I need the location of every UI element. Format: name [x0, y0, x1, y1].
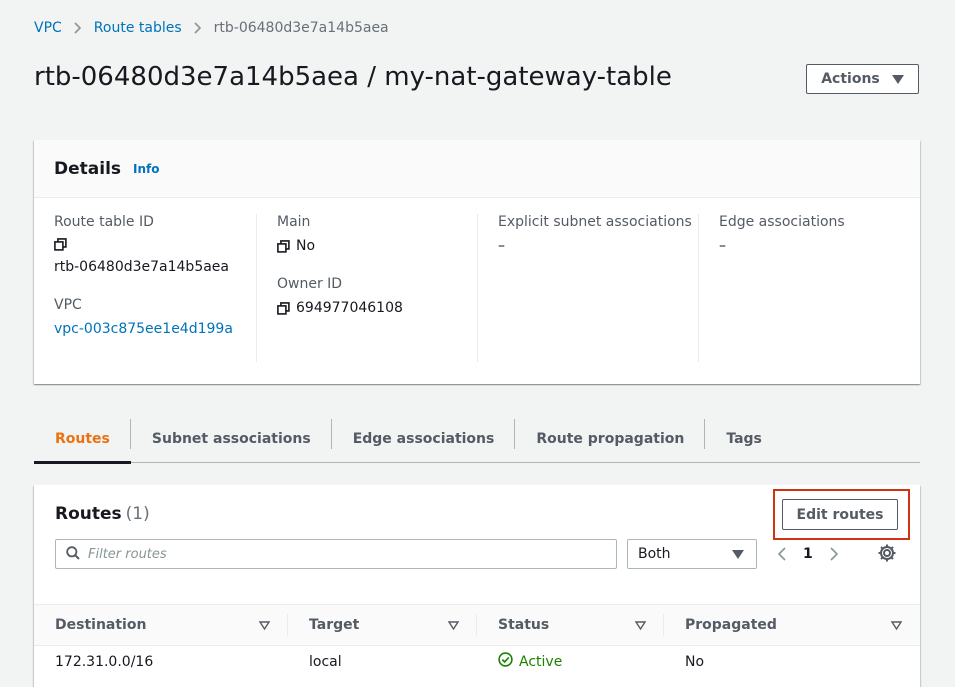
details-col-2: Main No Owner ID 694977046108 — [256, 214, 476, 362]
details-title: Details — [54, 158, 122, 179]
column-header-label: Target — [309, 617, 360, 633]
actions-button-label: Actions — [821, 71, 880, 87]
tab-subnet-associations-label: Subnet associations — [151, 431, 311, 447]
info-link[interactable]: Info — [133, 162, 159, 176]
main-label: Main — [277, 214, 311, 230]
routes-table: Destination Target Status Propagated 172… — [34, 604, 920, 677]
caret-down-icon — [732, 549, 744, 559]
column-header-status[interactable]: Status — [477, 604, 664, 646]
check-circle-icon — [498, 652, 513, 671]
route-table-id-value-wrap: rtb-06480d3e7a14b5aea — [54, 238, 254, 275]
chevron-right-icon — [74, 22, 82, 34]
main-value: No — [296, 238, 316, 254]
search-icon — [66, 545, 80, 564]
copy-icon[interactable] — [277, 239, 290, 253]
routes-count: (1) — [125, 504, 150, 524]
owner-id-value-wrap: 694977046108 — [277, 300, 476, 316]
explicit-subnet-value: – — [498, 238, 505, 254]
owner-id-label: Owner ID — [277, 276, 343, 292]
routes-title-wrap: Routes (1) — [55, 504, 150, 524]
column-header-propagated[interactable]: Propagated — [664, 604, 920, 646]
caret-down-icon — [891, 74, 904, 84]
status-text: Active — [519, 653, 563, 670]
copy-icon[interactable] — [54, 238, 67, 251]
details-header: Details Info — [34, 140, 920, 198]
tab-routes-label: Routes — [55, 431, 110, 447]
column-header-destination[interactable]: Destination — [34, 604, 288, 646]
details-col-3: Explicit subnet associations – — [477, 214, 697, 362]
filter-routes-wrap — [55, 539, 617, 569]
sort-icon[interactable] — [890, 619, 903, 631]
breadcrumb-vpc[interactable]: VPC — [34, 20, 62, 36]
column-header-label: Propagated — [685, 617, 777, 633]
tab-bar: Routes Subnet associations Edge associat… — [34, 415, 920, 464]
vpc-link[interactable]: vpc-003c875ee1e4d199a — [54, 321, 233, 337]
owner-id-value: 694977046108 — [296, 300, 403, 316]
routes-title: Routes — [55, 504, 122, 524]
details-panel: Details Info Route table ID rtb-06480d3e… — [34, 140, 920, 384]
cell-status: Active — [477, 652, 664, 671]
cell-propagated: No — [685, 653, 705, 670]
route-filter-select[interactable]: Both — [627, 539, 757, 569]
tab-routes[interactable]: Routes — [34, 415, 131, 464]
details-col-4: Edge associations – — [698, 214, 898, 362]
page-number[interactable]: 1 — [803, 546, 813, 562]
vpc-value-wrap: vpc-003c875ee1e4d199a — [54, 321, 254, 337]
details-col-1: Route table ID rtb-06480d3e7a14b5aea VPC… — [54, 214, 254, 362]
copy-icon[interactable] — [277, 301, 290, 315]
route-table-id-label: Route table ID — [54, 214, 154, 230]
chevron-left-icon[interactable] — [775, 547, 789, 561]
tab-route-propagation[interactable]: Route propagation — [515, 415, 706, 463]
breadcrumb-route-tables[interactable]: Route tables — [94, 20, 182, 36]
sort-icon[interactable] — [258, 619, 271, 631]
edit-routes-button[interactable]: Edit routes — [782, 499, 898, 530]
column-header-target[interactable]: Target — [288, 604, 477, 646]
breadcrumb-current: rtb-06480d3e7a14b5aea — [213, 20, 389, 36]
breadcrumb: VPC Route tables rtb-06480d3e7a14b5aea — [34, 20, 389, 36]
sort-icon[interactable] — [634, 619, 647, 631]
main-value-wrap: No — [277, 238, 476, 254]
chevron-right-icon — [194, 22, 202, 34]
routes-panel: Routes(1) Edit routes Both 1 — [34, 485, 920, 687]
vpc-label: VPC — [54, 297, 82, 313]
edge-associations-value: – — [719, 238, 726, 254]
table-row[interactable]: 172.31.0.0/16 local Active No — [34, 646, 920, 677]
tab-route-propagation-label: Route propagation — [536, 431, 685, 447]
pagination: 1 — [775, 539, 841, 569]
filter-routes-input[interactable] — [88, 546, 588, 562]
gear-icon[interactable] — [877, 543, 897, 563]
tab-subnet-associations[interactable]: Subnet associations — [131, 415, 332, 463]
edge-associations-label: Edge associations — [719, 214, 845, 230]
actions-button[interactable]: Actions — [806, 64, 919, 94]
table-header: Destination Target Status Propagated — [34, 604, 920, 646]
column-header-label: Status — [498, 617, 550, 633]
tab-edge-associations-label: Edge associations — [352, 431, 495, 447]
cell-target: local — [309, 653, 342, 670]
page-title: rtb-06480d3e7a14b5aea / my-nat-gateway-t… — [34, 62, 672, 92]
route-filter-select-value: Both — [638, 546, 671, 562]
chevron-right-icon[interactable] — [827, 547, 841, 561]
tab-tags-label: Tags — [726, 431, 762, 447]
tab-tags[interactable]: Tags — [705, 415, 783, 463]
cell-destination: 172.31.0.0/16 — [55, 653, 154, 670]
route-table-id-value: rtb-06480d3e7a14b5aea — [54, 259, 229, 275]
tab-edge-associations[interactable]: Edge associations — [332, 415, 516, 463]
explicit-subnet-label: Explicit subnet associations — [498, 214, 692, 230]
sort-icon[interactable] — [447, 619, 460, 631]
column-header-label: Destination — [55, 617, 147, 633]
